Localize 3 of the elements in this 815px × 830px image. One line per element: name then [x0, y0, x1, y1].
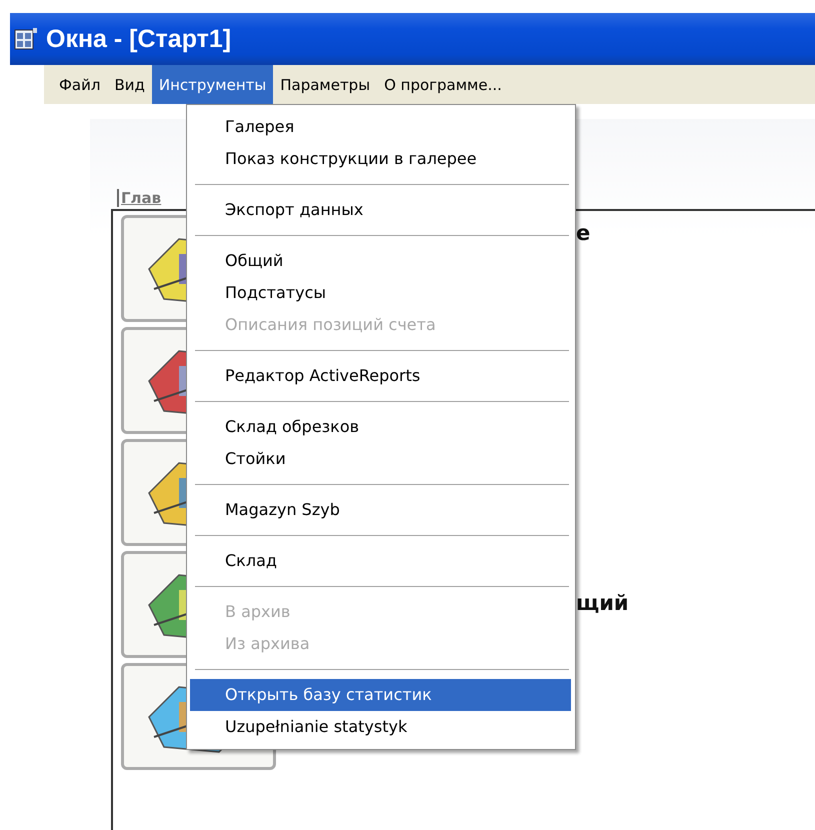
tile-caption: е	[576, 221, 590, 245]
window-title: Окна - [Старт1]	[46, 24, 232, 54]
tile-caption: щий	[576, 591, 629, 615]
